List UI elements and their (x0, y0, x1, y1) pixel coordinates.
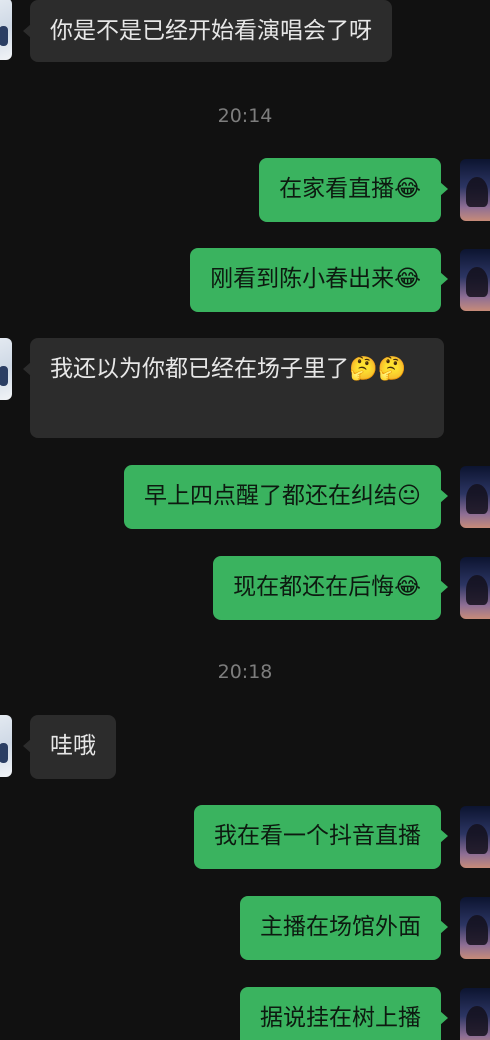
contact-avatar[interactable] (0, 715, 12, 777)
message-bubble-outgoing[interactable]: 据说挂在树上播 (240, 987, 448, 1040)
message-bubble-incoming[interactable]: 我还以为你都已经在场子里了🤔🤔 (23, 338, 444, 438)
message-bubble-outgoing[interactable]: 主播在场馆外面 (240, 896, 448, 960)
my-avatar[interactable] (460, 988, 490, 1040)
my-avatar[interactable] (460, 897, 490, 959)
my-avatar[interactable] (460, 806, 490, 868)
chat-area[interactable]: 你是不是已经开始看演唱会了呀 20:14 在家看直播😂 刚看到陈小春出来😂 我还… (0, 0, 490, 1040)
message-bubble-outgoing[interactable]: 在家看直播😂 (259, 158, 448, 222)
contact-avatar[interactable] (0, 0, 12, 60)
message-bubble-incoming[interactable]: 哇哦 (23, 715, 116, 779)
contact-avatar[interactable] (0, 338, 12, 400)
message-bubble-outgoing[interactable]: 我在看一个抖音直播 (194, 805, 448, 869)
message-bubble-incoming[interactable]: 你是不是已经开始看演唱会了呀 (23, 0, 392, 62)
my-avatar[interactable] (460, 557, 490, 619)
message-bubble-outgoing[interactable]: 早上四点醒了都还在纠结😐 (124, 465, 448, 529)
my-avatar[interactable] (460, 249, 490, 311)
message-bubble-outgoing[interactable]: 现在都还在后悔😂 (213, 556, 448, 620)
message-bubble-outgoing[interactable]: 刚看到陈小春出来😂 (190, 248, 448, 312)
timestamp: 20:14 (217, 105, 273, 127)
timestamp: 20:18 (217, 661, 273, 683)
my-avatar[interactable] (460, 159, 490, 221)
my-avatar[interactable] (460, 466, 490, 528)
